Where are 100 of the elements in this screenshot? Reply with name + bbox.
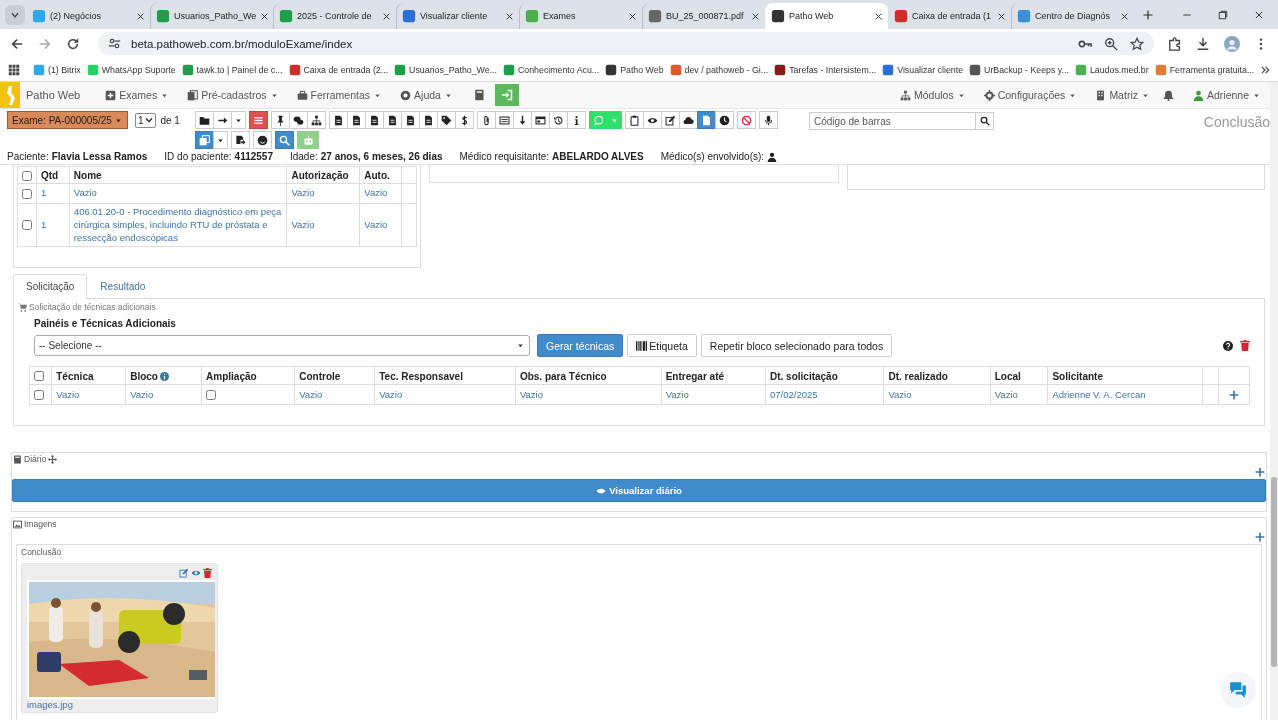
toolbar-button[interactable] — [567, 111, 586, 129]
favicon-icon — [33, 63, 45, 76]
chat-button[interactable] — [1220, 672, 1256, 708]
checkbox[interactable] — [34, 389, 44, 400]
close-icon[interactable] — [136, 11, 145, 21]
dropdown-toggle[interactable] — [231, 111, 246, 129]
download-icon[interactable] — [1196, 36, 1210, 51]
file-link[interactable]: images.jpg — [27, 699, 212, 711]
field-value: Flavia Lessa Ramos — [51, 151, 148, 162]
dropdown-toggle[interactable] — [213, 131, 228, 149]
site-settings-icon[interactable] — [108, 37, 121, 50]
close-icon[interactable] — [628, 11, 637, 21]
barcode-field[interactable]: Código de barras — [809, 112, 976, 130]
bookmark[interactable]: Visualizar cliente — [879, 63, 967, 76]
bookmark[interactable]: Patho Web — [602, 63, 667, 76]
user-menu[interactable]: Adrienne — [1183, 89, 1270, 101]
checkbox[interactable] — [22, 220, 32, 231]
tab-title: Caixa de entrada (1 — [912, 11, 993, 21]
scrollbar[interactable] — [1270, 82, 1278, 720]
move-icon[interactable] — [48, 454, 58, 464]
reload-icon[interactable] — [66, 36, 80, 51]
dropdown-toggle[interactable] — [607, 111, 622, 129]
close-icon[interactable] — [1120, 11, 1129, 21]
bookmark[interactable]: Tarefas - Intersistem... — [771, 63, 880, 76]
close-icon[interactable] — [751, 11, 760, 21]
panel-select[interactable]: -- Selecione -- — [34, 335, 530, 357]
zoom-icon[interactable] — [1104, 36, 1118, 51]
brand-name[interactable]: Patho Web — [26, 89, 81, 101]
nav-menu[interactable]: Módulos — [890, 89, 975, 101]
trash-icon[interactable] — [203, 568, 212, 579]
bookmark[interactable]: Usuarios_Patho_We... — [391, 63, 500, 76]
checkbox[interactable] — [34, 370, 44, 381]
document-icon — [351, 114, 362, 126]
toolbar-button[interactable] — [715, 111, 734, 129]
close-icon[interactable] — [997, 11, 1006, 21]
checkbox[interactable] — [22, 171, 32, 181]
trash-icon[interactable] — [1240, 340, 1250, 352]
bookmark[interactable]: Conhecimento Acu... — [499, 63, 603, 76]
checkbox[interactable] — [206, 389, 217, 400]
tab[interactable]: Solicitação — [13, 274, 88, 300]
browser-tab[interactable]: Patho Web — [765, 3, 888, 29]
bell-icon[interactable] — [1162, 89, 1174, 101]
toolbar-button[interactable] — [253, 131, 272, 149]
field-value: 4112557 — [234, 151, 273, 162]
toolbar-button[interactable] — [231, 131, 250, 149]
exam-dropdown[interactable]: Exame: PA-000005/25 — [7, 111, 128, 129]
bookmark[interactable]: dev / pathoweb - Gi... — [666, 63, 772, 76]
label-button[interactable]: Etiqueta — [627, 334, 697, 358]
bookmark[interactable]: tawk.to | Painel de c... — [178, 63, 286, 76]
toolbar-button[interactable] — [759, 111, 778, 129]
nav-menu[interactable]: Configurações — [974, 89, 1087, 101]
apps-grid-icon[interactable] — [8, 63, 20, 76]
edit-icon[interactable] — [179, 568, 189, 579]
nav-menu[interactable]: Ajuda — [391, 89, 462, 101]
page-select[interactable]: 1 — [134, 112, 157, 128]
favicon-icon — [771, 9, 785, 23]
close-icon[interactable] — [874, 11, 883, 21]
browser-tab[interactable]: (2) Negócios — [27, 3, 150, 29]
tab[interactable]: Resultado — [87, 274, 159, 300]
nav-menu[interactable]: Exames — [96, 89, 179, 101]
close-icon[interactable] — [260, 11, 270, 21]
help-icon[interactable] — [1223, 340, 1233, 351]
address-field[interactable]: beta.pathoweb.com.br/moduloExame/index — [98, 32, 1154, 55]
barcode-icon — [636, 340, 648, 351]
bookmark[interactable]: WhatsApp Suporte — [83, 63, 179, 76]
plus-icon[interactable] — [1255, 467, 1265, 478]
chevrons-right-icon[interactable] — [1260, 64, 1270, 75]
action-button[interactable]: Repetir bloco selecionado para todos — [700, 334, 893, 358]
toolbar-button[interactable] — [307, 111, 326, 129]
back-icon[interactable] — [10, 36, 24, 51]
bookmark[interactable]: Laudos.med.br — [1071, 63, 1152, 76]
ban-icon — [741, 114, 752, 126]
checkbox[interactable] — [22, 188, 32, 199]
nav-menu[interactable]: Matriz — [1086, 89, 1159, 101]
column-header: Solicitante — [1052, 370, 1103, 382]
plus-icon[interactable] — [1142, 8, 1154, 21]
user-icon — [767, 151, 778, 162]
bookmark[interactable]: Ferramenta gratuita... — [1151, 63, 1258, 76]
toolbar-button[interactable] — [455, 111, 474, 129]
star-icon[interactable] — [1130, 36, 1144, 51]
close-icon[interactable] — [382, 11, 391, 21]
table-icon — [499, 114, 510, 126]
tab-list-button[interactable] — [5, 4, 25, 25]
restore-icon[interactable] — [1218, 9, 1228, 20]
extension-icon[interactable] — [1168, 36, 1182, 51]
nav-menu[interactable]: Ferramentas — [287, 89, 392, 101]
bookmark[interactable]: (1) Bitrix — [30, 63, 84, 76]
close-icon[interactable] — [505, 11, 514, 21]
plus-icon[interactable] — [1228, 389, 1239, 400]
browser-tab[interactable]: Caixa de entrada (1 — [888, 3, 1011, 29]
favicon-icon — [1154, 63, 1167, 76]
nav-menu[interactable]: Pré-cadastros — [178, 89, 288, 101]
action-button[interactable]: Gerar técnicas — [537, 334, 624, 358]
info-icon[interactable] — [159, 371, 169, 381]
bookmark[interactable]: Caixa de entrada (2... — [285, 63, 392, 76]
plus-icon[interactable] — [1255, 532, 1265, 543]
view-diary-button[interactable]: Visualizar diário — [12, 479, 1266, 503]
close-icon[interactable] — [1254, 9, 1264, 20]
bookmark[interactable]: UrBackup - Keeps y... — [966, 63, 1072, 76]
chat-bubble-icon — [593, 114, 604, 126]
